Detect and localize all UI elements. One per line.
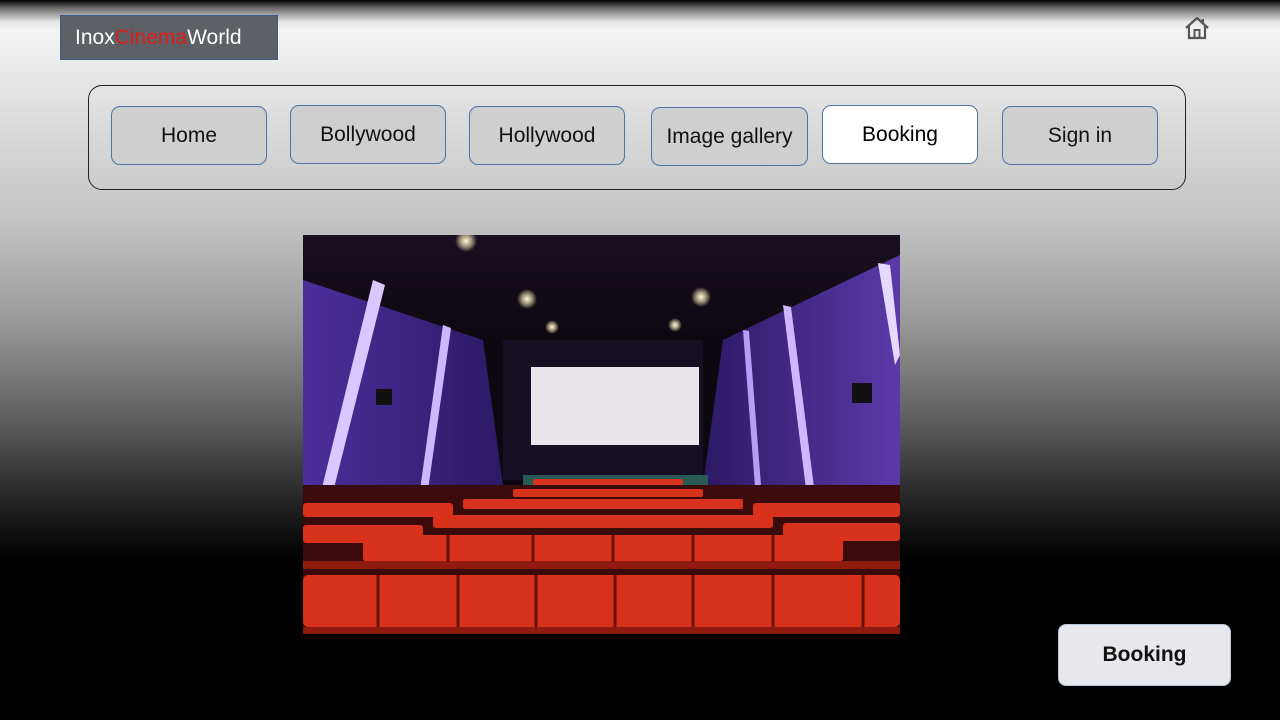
- nav-hollywood-button[interactable]: Hollywood: [469, 106, 625, 165]
- nav-booking-button[interactable]: Booking: [822, 105, 978, 164]
- booking-cta-button[interactable]: Booking: [1058, 624, 1231, 686]
- nav-image-gallery-button[interactable]: Image gallery: [651, 107, 808, 166]
- brand-name-part: Inox: [75, 25, 115, 49]
- brand-logo[interactable]: Inox Cinema World: [60, 15, 278, 60]
- brand-name-accent: Cinema: [114, 25, 188, 49]
- nav-home-button[interactable]: Home: [111, 106, 267, 165]
- main-nav: Home Bollywood Hollywood Image gallery B…: [88, 85, 1186, 190]
- cinema-hall-image: [303, 235, 900, 634]
- nav-sign-in-button[interactable]: Sign in: [1002, 106, 1158, 165]
- brand-name-part: World: [187, 25, 242, 49]
- nav-bollywood-button[interactable]: Bollywood: [290, 105, 446, 164]
- home-icon[interactable]: [1184, 16, 1210, 40]
